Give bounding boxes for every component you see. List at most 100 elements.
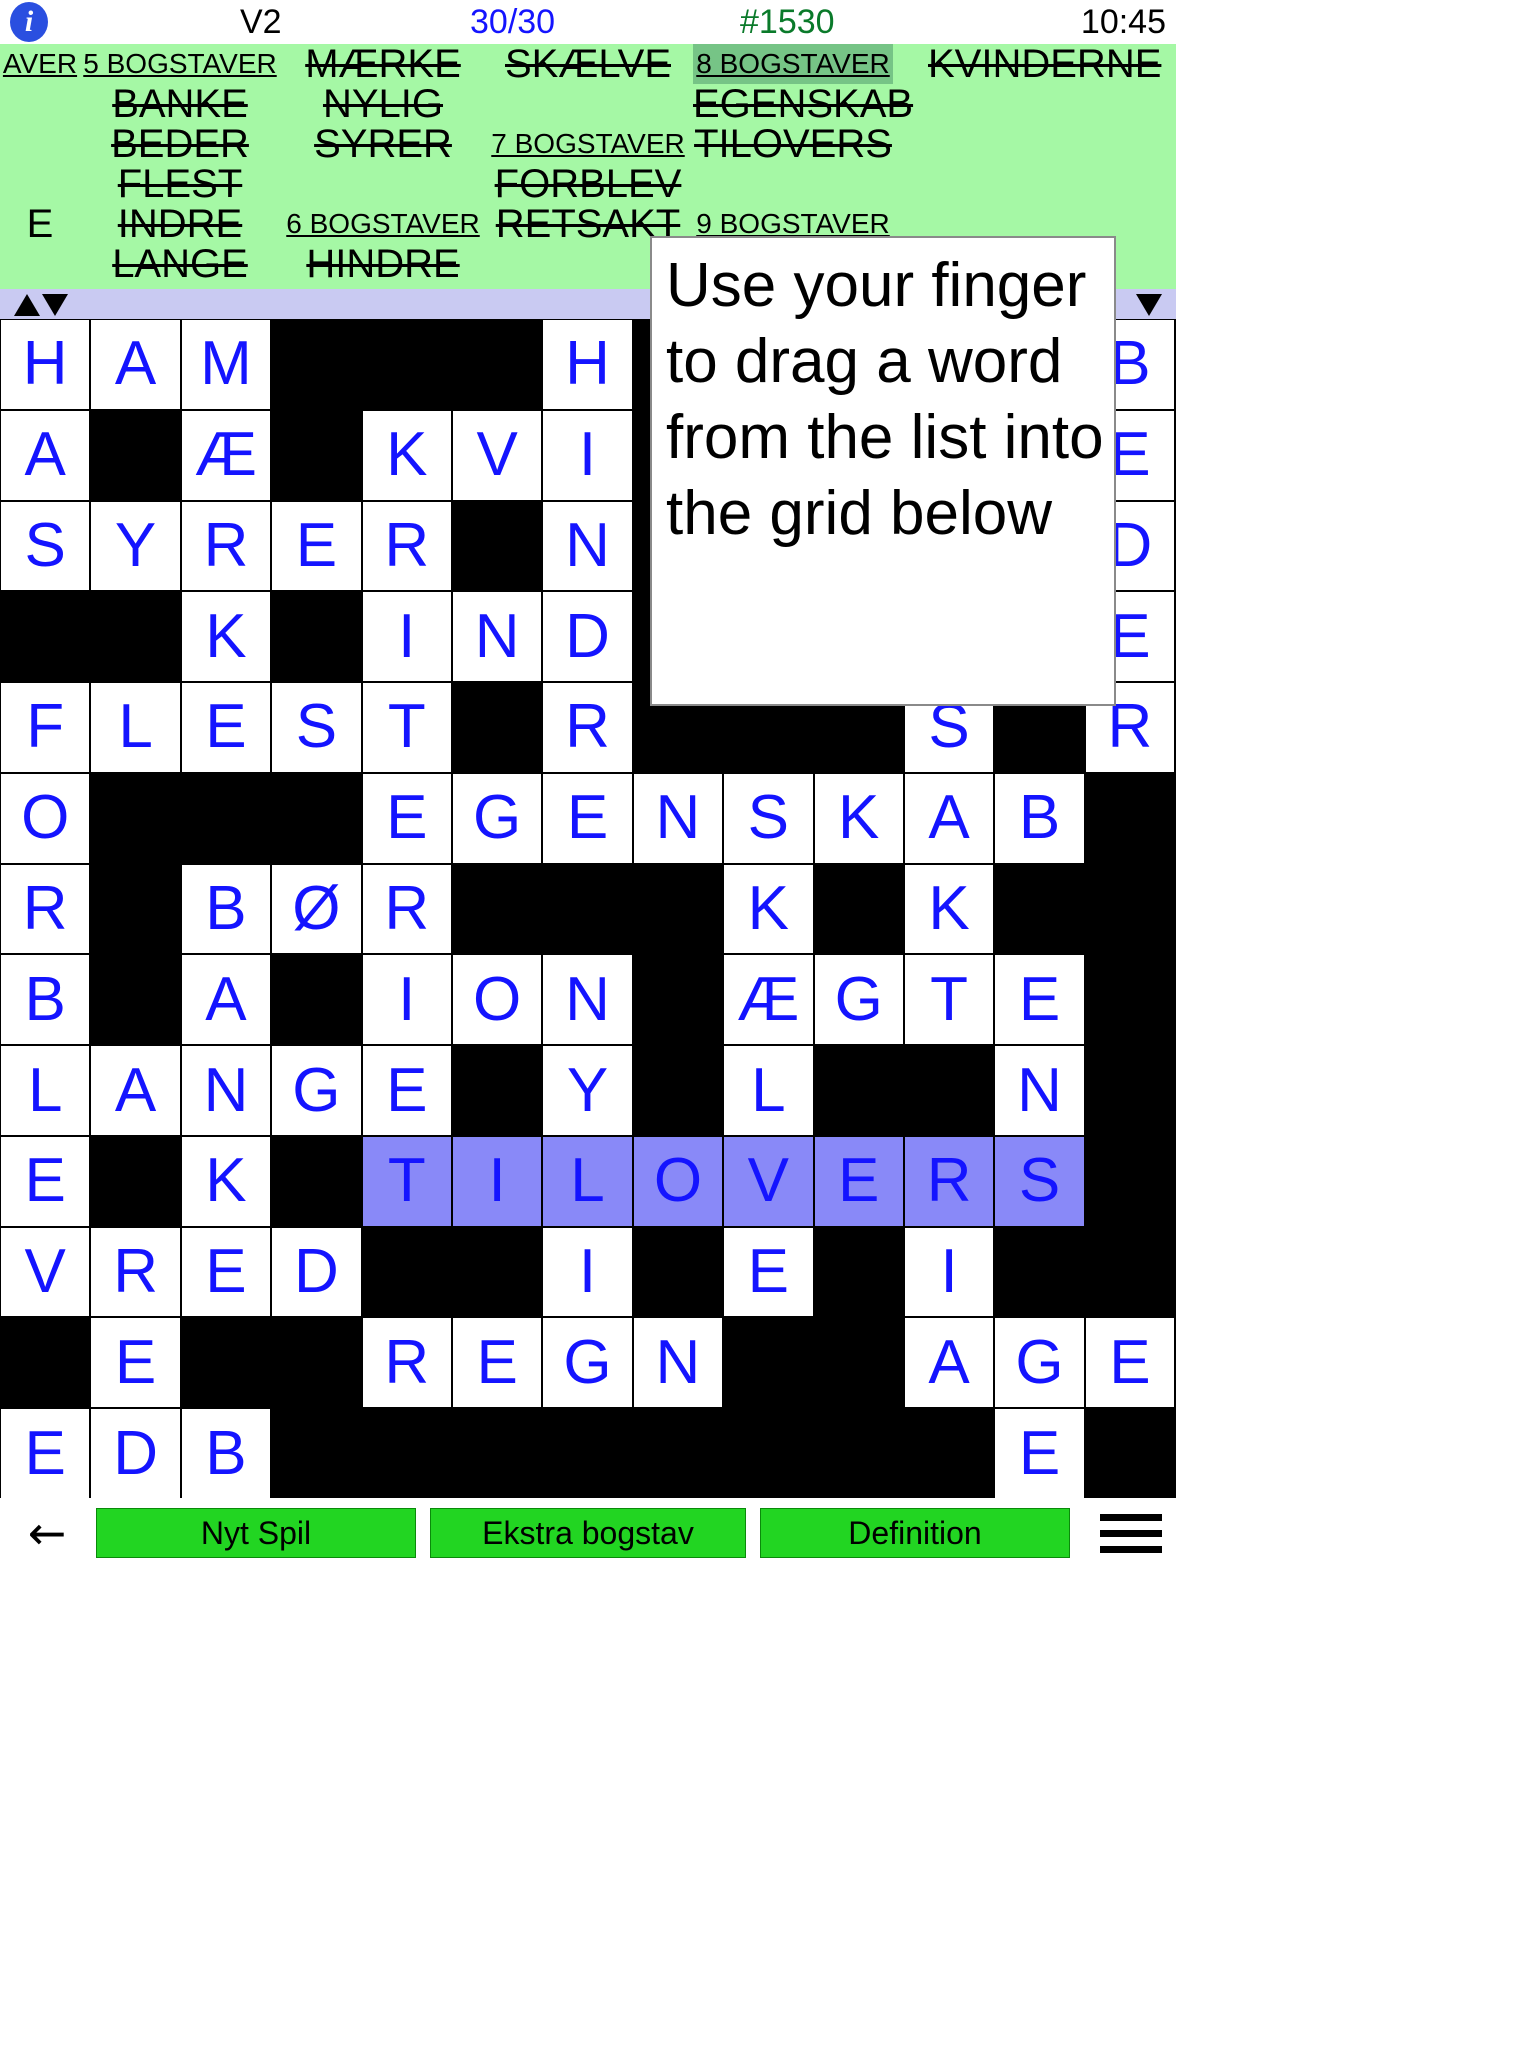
grid-cell[interactable]: H — [0, 319, 91, 410]
grid-cell[interactable]: A — [0, 409, 91, 501]
info-icon[interactable]: i — [10, 2, 48, 42]
word-list-item[interactable]: LANGE — [80, 244, 280, 284]
grid-cell[interactable]: N — [542, 500, 633, 592]
grid-cell[interactable]: G — [813, 954, 904, 1046]
grid-cell[interactable]: D — [542, 591, 633, 683]
grid-cell[interactable]: N — [451, 591, 543, 683]
word-list-item[interactable]: FORBLEV — [488, 164, 688, 204]
grid-cell[interactable]: S — [0, 500, 91, 592]
grid-cell[interactable]: B — [180, 863, 272, 955]
grid-cell[interactable]: R — [361, 1317, 452, 1409]
grid-cell[interactable]: I — [361, 954, 452, 1046]
extra-letter-button[interactable]: Ekstra bogstav — [430, 1508, 746, 1558]
grid-cell[interactable]: O — [632, 1135, 724, 1227]
grid-cell[interactable]: T — [361, 1135, 452, 1227]
grid-cell[interactable]: R — [180, 500, 272, 592]
word-list-item[interactable]: HINDRE — [283, 244, 483, 284]
grid-cell[interactable]: D — [90, 1408, 181, 1499]
new-game-button[interactable]: Nyt Spil — [96, 1508, 416, 1558]
grid-cell[interactable]: F — [0, 682, 91, 773]
definition-button[interactable]: Definition — [760, 1508, 1070, 1558]
grid-cell[interactable]: M — [180, 319, 272, 410]
grid-cell[interactable]: E — [361, 1045, 452, 1136]
word-group-header[interactable]: 6 BOGSTAVER — [283, 204, 483, 244]
grid-cell[interactable]: V — [451, 409, 543, 501]
grid-cell[interactable]: L — [90, 682, 181, 773]
grid-cell[interactable]: K — [361, 409, 452, 501]
grid-cell[interactable]: E — [451, 1317, 543, 1409]
grid-cell[interactable]: N — [542, 954, 633, 1046]
grid-cell[interactable]: H — [542, 319, 633, 410]
word-list-item[interactable]: TILOVERS — [693, 124, 893, 164]
grid-cell[interactable]: O — [0, 772, 91, 864]
grid-cell[interactable]: E — [813, 1135, 904, 1227]
grid-cell[interactable]: R — [361, 500, 452, 592]
grid-cell[interactable]: K — [723, 863, 814, 955]
grid-cell[interactable]: G — [451, 772, 543, 864]
grid-cell[interactable]: O — [451, 954, 543, 1046]
grid-cell[interactable]: Ø — [271, 863, 362, 955]
scroll-down-right-arrow-icon[interactable] — [1136, 294, 1162, 316]
grid-cell[interactable]: V — [723, 1135, 814, 1227]
word-list-item[interactable]: INDRE — [80, 204, 280, 244]
grid-cell[interactable]: E — [0, 1408, 91, 1499]
word-list-item[interactable]: FLEST — [80, 164, 280, 204]
word-list-item[interactable]: EGENSKAB — [693, 84, 913, 124]
scroll-up-arrow-icon[interactable] — [14, 294, 40, 316]
grid-cell[interactable]: E — [994, 1408, 1085, 1499]
grid-cell[interactable]: S — [723, 772, 814, 864]
grid-cell[interactable]: Y — [90, 500, 181, 592]
grid-cell[interactable]: R — [361, 863, 452, 955]
grid-cell[interactable]: E — [723, 1226, 814, 1318]
grid-cell[interactable]: E — [1084, 1317, 1176, 1409]
word-list-item[interactable]: BEDER — [80, 124, 280, 164]
grid-cell[interactable]: K — [180, 591, 272, 683]
grid-cell[interactable]: K — [903, 863, 995, 955]
grid-cell[interactable]: A — [90, 1045, 181, 1136]
grid-cell[interactable]: A — [180, 954, 272, 1046]
back-arrow-icon[interactable]: ← — [12, 1510, 82, 1556]
grid-cell[interactable]: I — [451, 1135, 543, 1227]
grid-cell[interactable]: B — [0, 954, 91, 1046]
word-group-header[interactable]: 8 BOGSTAVER — [693, 44, 893, 84]
grid-cell[interactable]: R — [542, 682, 633, 773]
grid-cell[interactable]: I — [542, 409, 633, 501]
word-list-item[interactable]: SYRER — [283, 124, 483, 164]
grid-cell[interactable]: A — [903, 772, 995, 864]
word-group-header[interactable]: 5 BOGSTAVER — [80, 44, 280, 84]
hamburger-menu-icon[interactable] — [1100, 1512, 1162, 1556]
grid-cell[interactable]: E — [361, 772, 452, 864]
grid-cell[interactable]: B — [180, 1408, 272, 1499]
scroll-down-arrow-icon[interactable] — [42, 294, 68, 316]
grid-cell[interactable]: A — [90, 319, 181, 410]
grid-cell[interactable]: V — [0, 1226, 91, 1318]
grid-cell[interactable]: A — [903, 1317, 995, 1409]
grid-cell[interactable]: G — [994, 1317, 1085, 1409]
grid-cell[interactable]: E — [0, 1135, 91, 1227]
grid-cell[interactable]: Æ — [723, 954, 814, 1046]
grid-cell[interactable]: T — [361, 682, 452, 773]
grid-cell[interactable]: E — [542, 772, 633, 864]
grid-cell[interactable]: L — [0, 1045, 91, 1136]
grid-cell[interactable]: E — [180, 682, 272, 773]
grid-cell[interactable]: B — [994, 772, 1085, 864]
grid-cell[interactable]: N — [994, 1045, 1085, 1136]
grid-cell[interactable]: L — [723, 1045, 814, 1136]
grid-cell[interactable]: I — [542, 1226, 633, 1318]
word-list-item[interactable]: SKÆLVE — [488, 44, 688, 84]
word-list-item[interactable]: NYLIG — [283, 84, 483, 124]
grid-cell[interactable]: R — [90, 1226, 181, 1318]
grid-cell[interactable]: I — [903, 1226, 995, 1318]
grid-cell[interactable]: I — [361, 591, 452, 683]
grid-cell[interactable]: G — [271, 1045, 362, 1136]
word-list-item[interactable]: BANKE — [80, 84, 280, 124]
grid-cell[interactable]: Y — [542, 1045, 633, 1136]
grid-cell[interactable]: S — [994, 1135, 1085, 1227]
word-list-item[interactable]: KVINDERNE — [928, 44, 1161, 84]
grid-cell[interactable]: E — [180, 1226, 272, 1318]
grid-cell[interactable]: R — [0, 863, 91, 955]
grid-cell[interactable]: K — [180, 1135, 272, 1227]
grid-cell[interactable]: D — [271, 1226, 362, 1318]
grid-cell[interactable]: G — [542, 1317, 633, 1409]
grid-cell[interactable]: K — [813, 772, 904, 864]
